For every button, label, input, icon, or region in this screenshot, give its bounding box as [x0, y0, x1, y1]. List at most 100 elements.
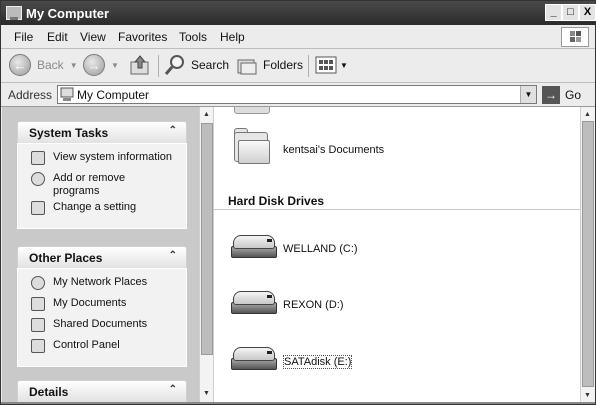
hard-drive-icon[interactable]	[231, 235, 277, 261]
drive-label[interactable]: REXON (D:)	[283, 299, 344, 311]
collapse-chevron-icon[interactable]: ⌃	[169, 250, 177, 261]
address-dropdown-icon[interactable]: ▼	[520, 86, 536, 103]
scroll-thumb[interactable]	[201, 123, 213, 355]
back-arrow-icon: ←	[9, 54, 31, 76]
go-button[interactable]: → Go	[542, 85, 581, 104]
scroll-down-icon[interactable]: ▼	[581, 389, 594, 403]
system-info-icon	[31, 151, 45, 165]
task-view-system-info[interactable]: View system information	[18, 151, 186, 169]
system-tasks-header[interactable]: System Tasks ⌃	[17, 121, 187, 143]
forward-arrow-icon: →	[83, 54, 105, 76]
toolbar-separator	[158, 55, 159, 77]
forward-dropdown-icon[interactable]: ▼	[111, 61, 119, 70]
documents-icon	[31, 297, 45, 311]
menu-tools[interactable]: Tools	[179, 30, 207, 44]
menu-file[interactable]: File	[14, 30, 33, 44]
close-button[interactable]: X	[579, 4, 596, 21]
task-add-remove-programs[interactable]: Add or remove programs	[18, 172, 186, 198]
drive-label[interactable]: WELLAND (C:)	[283, 243, 358, 255]
views-icon	[315, 56, 337, 74]
toolbar: ← Back ▼ → ▼ Search Folders ▼	[1, 49, 595, 83]
search-button[interactable]: Search	[164, 53, 229, 77]
address-field[interactable]: My Computer ▼	[57, 85, 537, 104]
go-label: Go	[565, 87, 582, 102]
maximize-button[interactable]: □	[562, 4, 579, 21]
details-panel: Details ⌃	[17, 380, 187, 402]
menu-view[interactable]: View	[80, 30, 106, 44]
place-label: My Network Places	[53, 276, 148, 288]
back-button[interactable]: ← Back ▼	[9, 53, 78, 77]
up-folder-icon	[130, 55, 149, 75]
menu-edit[interactable]: Edit	[47, 30, 68, 44]
place-label: Shared Documents	[53, 318, 148, 330]
folders-button[interactable]: Folders	[236, 53, 303, 77]
folder-label[interactable]: kentsai's Documents	[283, 144, 384, 156]
menu-favorites[interactable]: Favorites	[118, 30, 167, 44]
folders-label: Folders	[263, 58, 304, 72]
collapse-chevron-icon[interactable]: ⌃	[169, 384, 177, 395]
scroll-up-icon[interactable]: ▲	[581, 108, 594, 122]
my-computer-icon	[60, 87, 74, 101]
folders-icon	[237, 59, 257, 75]
search-icon	[164, 55, 184, 75]
network-icon	[31, 276, 45, 290]
place-shared-documents[interactable]: Shared Documents	[18, 318, 186, 336]
task-pane-scrollbar[interactable]: ▲ ▼	[199, 107, 214, 404]
content-scrollbar[interactable]: ▲ ▼	[580, 107, 595, 404]
add-remove-icon	[31, 172, 45, 186]
address-label: Address	[8, 88, 53, 102]
address-bar: Address My Computer ▼ → Go	[1, 83, 595, 107]
back-label: Back	[37, 58, 64, 72]
views-dropdown-icon[interactable]: ▼	[340, 61, 348, 70]
folder-icon[interactable]	[234, 128, 270, 168]
details-header[interactable]: Details ⌃	[17, 380, 187, 402]
panel-title: Details	[29, 385, 69, 399]
toolbar-separator	[308, 55, 309, 77]
window-title: My Computer	[26, 6, 110, 21]
control-panel-icon	[31, 201, 45, 215]
window-bottom-border	[1, 402, 595, 404]
panel-title: System Tasks	[29, 126, 109, 140]
section-title: Hard Disk Drives	[228, 194, 325, 208]
place-label: Control Panel	[53, 339, 120, 351]
task-label: Change a setting	[53, 201, 137, 213]
my-computer-icon	[6, 6, 22, 20]
system-tasks-panel: System Tasks ⌃ View system information A…	[17, 121, 187, 229]
scroll-thumb[interactable]	[582, 121, 594, 387]
folder-icon	[31, 318, 45, 332]
views-button[interactable]: ▼	[315, 53, 348, 77]
section-divider	[214, 209, 580, 210]
address-value: My Computer	[77, 88, 150, 102]
system-tasks-body: View system information Add or remove pr…	[17, 143, 187, 229]
up-folder-button[interactable]	[129, 53, 151, 77]
collapse-chevron-icon[interactable]: ⌃	[169, 125, 177, 136]
forward-button[interactable]: → ▼	[83, 53, 119, 77]
panel-title: Other Places	[29, 251, 103, 265]
place-label: My Documents	[53, 297, 127, 309]
menu-help[interactable]: Help	[220, 30, 245, 44]
menu-bar: File Edit View Favorites Tools Help	[1, 26, 595, 49]
hard-drive-icon[interactable]	[231, 347, 277, 373]
other-places-header[interactable]: Other Places ⌃	[17, 246, 187, 268]
other-places-panel: Other Places ⌃ My Network Places My Docu…	[17, 246, 187, 367]
task-change-setting[interactable]: Change a setting	[18, 201, 186, 219]
place-network[interactable]: My Network Places	[18, 276, 186, 294]
task-label: View system information	[53, 151, 173, 163]
back-dropdown-icon[interactable]: ▼	[70, 61, 78, 70]
scroll-up-icon[interactable]: ▲	[200, 108, 213, 122]
place-my-documents[interactable]: My Documents	[18, 297, 186, 315]
task-label: Add or remove programs	[53, 172, 126, 197]
task-pane: System Tasks ⌃ View system information A…	[2, 107, 199, 404]
title-bar[interactable]: My Computer _ □ X	[1, 1, 596, 25]
go-arrow-icon: →	[542, 85, 560, 104]
other-places-body: My Network Places My Documents Shared Do…	[17, 268, 187, 367]
place-control-panel[interactable]: Control Panel	[18, 339, 186, 357]
minimize-button[interactable]: _	[545, 4, 562, 21]
windows-logo-icon	[561, 27, 589, 47]
scroll-down-icon[interactable]: ▼	[200, 387, 213, 401]
hard-drive-icon[interactable]	[231, 291, 277, 317]
search-label: Search	[191, 58, 230, 72]
explorer-window: My Computer _ □ X File Edit View Favorit…	[0, 0, 596, 405]
drive-label[interactable]: SATAdisk (E:)	[283, 355, 353, 369]
folder-icon[interactable]	[234, 107, 270, 114]
